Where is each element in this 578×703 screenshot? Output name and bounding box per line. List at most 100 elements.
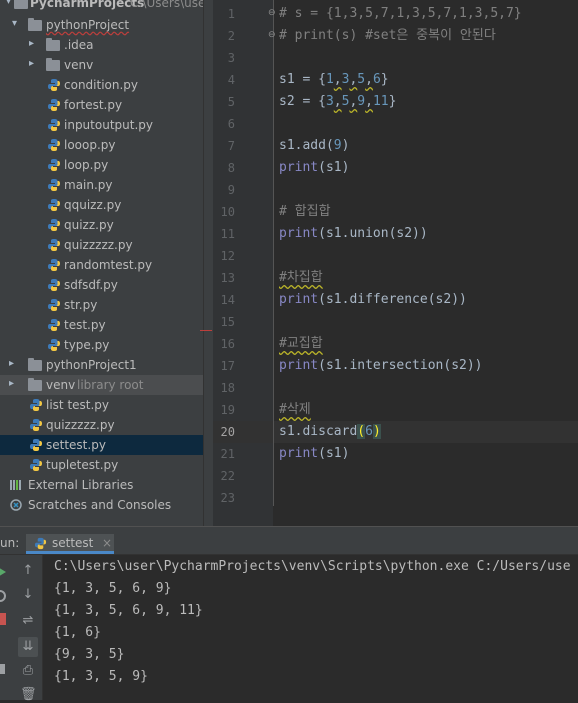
code-line-21: print(s1)	[279, 443, 349, 465]
python-file-icon	[29, 418, 43, 432]
print-icon[interactable]: ⎙	[20, 663, 36, 679]
arrow-down-icon[interactable]: ↓	[20, 587, 36, 603]
scroll-to-end-icon[interactable]: ⇊	[18, 637, 38, 657]
folder-icon	[46, 58, 60, 71]
tree-item-file[interactable]: settest.py	[0, 435, 213, 455]
tree-item-file[interactable]: condition.py	[0, 75, 213, 95]
tree-item-file[interactable]: quizzzzz.py	[0, 415, 213, 435]
line-number: 10	[220, 205, 235, 219]
tree-item-file[interactable]: qquizz.py	[0, 195, 213, 215]
scratches-icon	[9, 498, 23, 512]
pin-icon[interactable]	[0, 661, 6, 675]
tree-item-file[interactable]: main.py	[0, 175, 213, 195]
tree-item-file[interactable]: list test.py	[0, 395, 213, 415]
tree-item-label: str.py	[64, 298, 98, 312]
tree-item-venv[interactable]: ▸ venv	[0, 55, 213, 75]
chevron-down-icon[interactable]: ▾	[6, 0, 14, 7]
code-token: (s1)	[318, 160, 350, 175]
chevron-right-icon[interactable]: ▸	[29, 39, 37, 49]
code-token: s1.discard	[279, 424, 358, 439]
line-number: 19	[220, 403, 235, 417]
python-file-icon	[47, 338, 61, 352]
chevron-right-icon[interactable]: ▸	[9, 359, 17, 369]
chevron-right-icon[interactable]: ▸	[9, 379, 17, 389]
tree-item-pythonproject[interactable]: ▾ pythonProject	[0, 15, 213, 35]
folder-icon	[28, 358, 42, 371]
run-toolbar: ↑ ↓ ⇌ ⇊ ⎙ 🗑	[0, 555, 43, 703]
tree-item-label: quizzzzz.py	[64, 238, 133, 252]
matched-brace: (	[357, 424, 366, 439]
number-token: 1	[325, 72, 334, 87]
tree-item-label: venv	[64, 58, 94, 72]
tree-item-label: fortest.py	[64, 98, 123, 112]
tree-item-file[interactable]: quizzzzz.py	[0, 235, 213, 255]
python-file-icon	[47, 98, 61, 112]
line-number: 23	[220, 491, 235, 505]
folder-icon	[28, 18, 42, 31]
run-tab-settest[interactable]: settest ×	[26, 534, 114, 554]
error-stripe-mark	[200, 330, 212, 331]
tree-item-external-libraries[interactable]: External Libraries	[0, 475, 213, 495]
python-file-icon	[47, 118, 61, 132]
matched-brace: )	[372, 424, 381, 439]
code-line-5: s2 = {3,5,9,11}	[279, 91, 396, 113]
tree-root-row[interactable]: ▾ PycharmProjects C:\Users\user	[0, 0, 213, 13]
python-file-icon	[47, 218, 61, 232]
line-number: 4	[227, 73, 235, 87]
tree-item-file[interactable]: sdfsdf.py	[0, 275, 213, 295]
close-icon[interactable]: ×	[102, 536, 112, 550]
tree-item-file[interactable]: randomtest.py	[0, 255, 213, 275]
tree-item-scratches[interactable]: Scratches and Consoles	[0, 495, 213, 515]
python-file-icon	[29, 458, 43, 472]
tree-item-file[interactable]: loop.py	[0, 155, 213, 175]
tree-item-file[interactable]: inputoutput.py	[0, 115, 213, 135]
trash-icon[interactable]: 🗑	[20, 687, 37, 703]
tree-item-idea[interactable]: ▸ .idea	[0, 35, 213, 55]
line-number: 7	[227, 139, 235, 153]
tree-item-file[interactable]: str.py	[0, 295, 213, 315]
builtin-token: print	[279, 160, 319, 175]
line-number: 8	[227, 161, 235, 175]
tree-item-label: list test.py	[46, 398, 110, 412]
code-line-2: # print(s) #set은 중복이 안된다	[279, 28, 496, 43]
code-line-20: s1.discard(6)	[279, 421, 381, 443]
tree-item-file[interactable]: tupletest.py	[0, 455, 213, 475]
console-output-line: {1, 6}	[54, 625, 101, 640]
code-token: s1 = {	[279, 72, 326, 87]
line-number: 11	[220, 227, 235, 241]
rerun-icon[interactable]	[0, 563, 6, 576]
code-token: )	[341, 138, 350, 153]
python-file-icon	[34, 537, 47, 553]
code-token: s1.add(	[279, 138, 334, 153]
chevron-down-icon[interactable]: ▾	[12, 19, 20, 29]
tree-item-label: pythonProject1	[46, 358, 137, 372]
tree-item-label: settest.py	[46, 438, 106, 452]
number-token: 9	[333, 138, 342, 153]
chevron-right-icon[interactable]: ▸	[29, 59, 37, 69]
tree-item-file[interactable]: type.py	[0, 335, 213, 355]
fold-marker-icon[interactable]: ⊖	[268, 8, 276, 18]
settings-wrench-icon[interactable]	[0, 587, 6, 602]
soft-wrap-icon[interactable]: ⇌	[20, 613, 36, 629]
line-number: 14	[220, 293, 235, 307]
tree-item-pythonproject1[interactable]: ▸ pythonProject1	[0, 355, 213, 375]
tree-item-label: pythonProject	[46, 18, 130, 32]
comment-token: #차집합	[279, 270, 323, 285]
number-token: 5	[357, 72, 366, 87]
tree-item-file[interactable]: quizz.py	[0, 215, 213, 235]
python-file-icon	[47, 258, 61, 272]
tree-item-file[interactable]: looop.py	[0, 135, 213, 155]
tree-item-file[interactable]: test.py	[0, 315, 213, 335]
run-tab-label: settest	[52, 536, 94, 550]
line-number: 3	[227, 51, 235, 65]
fold-marker-icon[interactable]: ⊖	[268, 30, 276, 40]
tree-item-file[interactable]: fortest.py	[0, 95, 213, 115]
stop-icon[interactable]	[0, 613, 6, 625]
python-file-icon	[29, 398, 43, 412]
tree-item-venv-library-root[interactable]: ▸ venv library root	[0, 375, 213, 395]
number-token: 6	[372, 72, 381, 87]
tree-item-label: Scratches and Consoles	[28, 498, 172, 512]
number-token: 11	[372, 94, 389, 109]
arrow-up-icon[interactable]: ↑	[20, 563, 36, 579]
python-file-icon	[47, 138, 61, 152]
